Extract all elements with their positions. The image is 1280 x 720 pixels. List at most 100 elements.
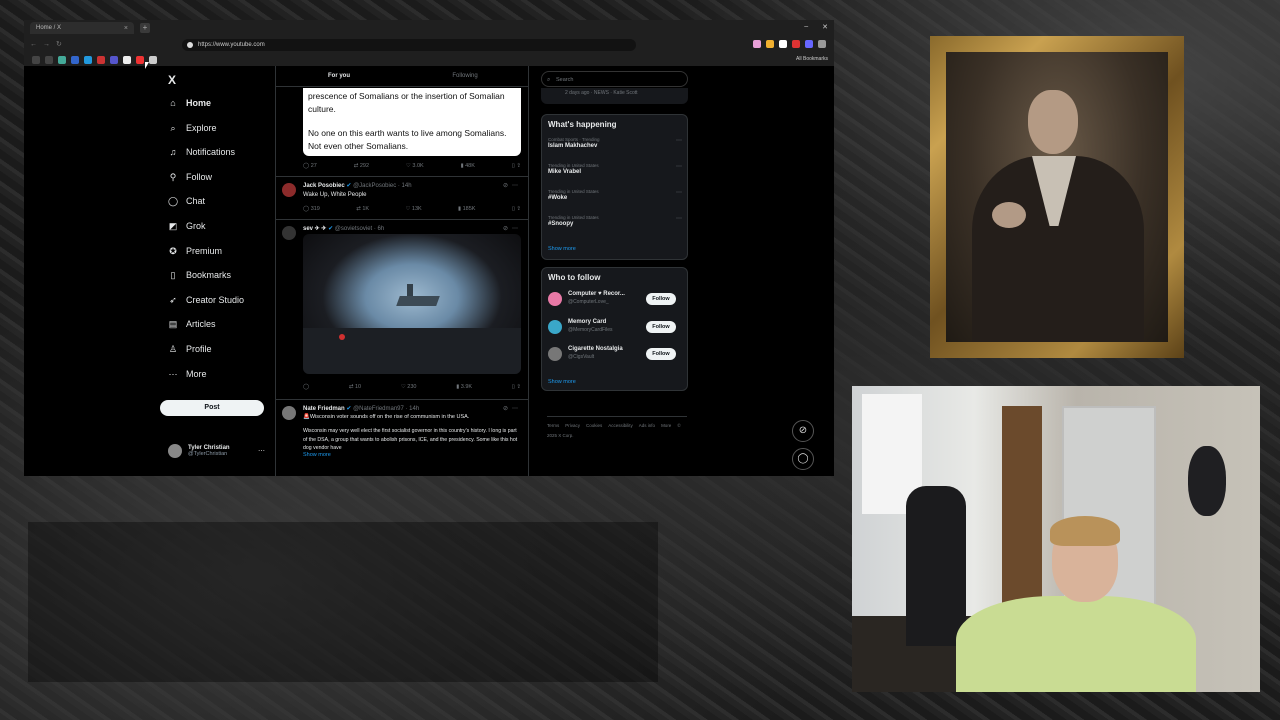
account-switcher[interactable]: Tyler Christian @TylerChristian ⋯ [168,444,265,458]
bookmark-icon[interactable] [71,56,79,64]
grok-icon[interactable]: ⊘ [792,420,814,442]
avatar[interactable] [548,292,562,306]
more-icon[interactable]: ⋯ [676,137,682,144]
reply-button[interactable]: ◯ 319 [303,206,320,212]
views-button[interactable]: ▮ 185K [458,206,475,212]
url-input[interactable]: https://www.youtube.com [182,39,636,51]
author-name[interactable]: Nate Friedman [303,406,345,412]
avatar[interactable] [282,226,296,240]
tweet[interactable]: sev ✈ ✈ ✔ @sovietsoviet · 6h ⊘⋯ ◯ ⇄ 10 ♡… [276,219,528,398]
repost-button[interactable]: ⇄ 292 [354,163,369,169]
tab-following[interactable]: Following [402,66,528,86]
more-icon[interactable]: ⊘⋯ [503,182,522,189]
author-name[interactable]: Jack Posobiec [303,183,345,189]
reply-button[interactable]: ◯ [303,384,309,390]
follow-suggestion[interactable]: Cigarette Nostalgia @CigsVault Follow [548,345,683,365]
bookmark-icon[interactable] [32,56,40,64]
all-bookmarks[interactable]: All Bookmarks [796,56,828,62]
post-button[interactable]: Post [160,400,264,416]
chat-icon[interactable]: ◯ [792,448,814,470]
reply-button[interactable]: ◯ 27 [303,163,317,169]
repost-button[interactable]: ⇄ 1K [356,206,369,212]
nav-item-articles[interactable]: ▤ Articles [168,319,216,329]
bookmark-icon[interactable] [136,56,144,64]
tab-for-you[interactable]: For you [276,66,402,86]
video-thumbnail[interactable] [303,234,521,374]
more-icon[interactable]: ⋯ [676,189,682,196]
close-tab-icon[interactable]: × [124,25,128,32]
footer-link[interactable]: Terms [547,423,559,428]
show-more-link[interactable]: Show more [548,246,576,252]
close-window-icon[interactable]: ✕ [822,23,828,31]
browser-tab[interactable]: Home / X × [30,22,134,34]
bookmark-share-icons[interactable]: ▯ ⇪ [512,163,521,169]
extension-icon[interactable] [779,40,787,48]
nav-item-follow[interactable]: ⚲ Follow [168,172,212,182]
bookmark-share-icons[interactable]: ▯ ⇪ [512,206,521,212]
new-tab-icon[interactable]: + [140,23,150,33]
show-more-link[interactable]: Show more [303,451,521,460]
follow-button[interactable]: Follow [646,293,676,305]
bookmark-share-icons[interactable]: ▯ ⇪ [512,384,521,390]
like-button[interactable]: ♡ 3.0K [406,163,424,169]
news-snippet[interactable]: 2 days ago · NEWS · Katie Scott [541,88,688,104]
bookmark-icon[interactable] [110,56,118,64]
author-name[interactable]: sev ✈ ✈ [303,226,326,232]
bookmark-icon[interactable] [149,56,157,64]
trend-item[interactable]: Trending in United States #Woke ⋯ [548,189,682,201]
avatar[interactable] [548,319,562,334]
views-button[interactable]: ▮ 3.9K [456,384,472,390]
more-icon[interactable]: ⊘⋯ [503,225,522,232]
x-logo-icon[interactable]: X [168,73,176,87]
footer-link[interactable]: Cookies [586,423,602,428]
avatar[interactable] [548,347,562,361]
like-button[interactable]: ♡ 13K [405,206,421,212]
bookmark-icon[interactable] [45,56,53,64]
avatar[interactable] [282,406,296,420]
trend-item[interactable]: Combat Sports · Trending Islam Makhachev ⋯ [548,137,682,149]
more-icon[interactable]: ⋯ [258,447,265,455]
footer-link[interactable]: More [661,423,671,428]
nav-item-more[interactable]: ⋯ More [168,369,207,379]
footer-link[interactable]: Accessibility [608,423,633,428]
footer-link[interactable]: Privacy [565,423,580,428]
quoted-post[interactable]: prescence of Somalians or the insertion … [303,88,521,156]
nav-item-home[interactable]: ⌂ Home [168,98,211,108]
follow-suggestion[interactable]: Memory Card @MemoryCardFiles Follow [548,318,683,338]
extension-icon[interactable] [766,40,774,48]
trend-item[interactable]: Trending in United States Mike Vrabel ⋯ [548,163,682,175]
extension-icon[interactable] [792,40,800,48]
bookmark-icon[interactable] [97,56,105,64]
more-icon[interactable]: ⋯ [676,215,682,222]
nav-item-grok[interactable]: ◩ Grok [168,221,206,231]
more-icon[interactable]: ⋯ [676,163,682,170]
trend-item[interactable]: Trending in United States #Snoopy ⋯ [548,215,682,227]
footer-link[interactable]: Ads info [639,423,655,428]
bookmark-icon[interactable] [58,56,66,64]
nav-item-chat[interactable]: ◯ Chat [168,196,205,206]
like-button[interactable]: ♡ 230 [401,384,417,390]
menu-icon[interactable] [818,40,826,48]
nav-item-bookmarks[interactable]: ▯ Bookmarks [168,270,232,280]
repost-button[interactable]: ⇄ 10 [349,384,361,390]
tweet[interactable]: Nate Friedman ✔ @NateFriedman97 · 14h ⊘⋯… [276,399,528,476]
search-input[interactable]: ⌕ Search [541,71,688,87]
tweet[interactable]: Jack Posobiec ✔ @JackPosobiec · 14h ⊘⋯ W… [276,176,528,220]
follow-button[interactable]: Follow [646,348,676,360]
nav-item-premium[interactable]: ✪ Premium [168,246,222,256]
nav-item-profile[interactable]: ♙ Profile [168,344,212,354]
follow-suggestion[interactable]: Computer ♥ Recor... @ComputerLove_ Follow [548,290,683,310]
nav-item-notifications[interactable]: ♫ Notifications [168,147,235,157]
more-icon[interactable]: ⊘⋯ [503,405,522,412]
show-more-link[interactable]: Show more [548,379,576,385]
bookmark-icon[interactable] [123,56,131,64]
nav-item-creator-studio[interactable]: ➶ Creator Studio [168,295,244,305]
nav-buttons[interactable]: ←→↻ [30,40,68,48]
minimize-icon[interactable]: – [804,23,808,31]
views-button[interactable]: ▮ 48K [461,163,475,169]
avatar[interactable] [282,183,296,197]
bookmark-icon[interactable] [84,56,92,64]
extension-icon[interactable] [753,40,761,48]
nav-item-explore[interactable]: ⌕ Explore [168,123,216,133]
follow-button[interactable]: Follow [646,320,676,333]
